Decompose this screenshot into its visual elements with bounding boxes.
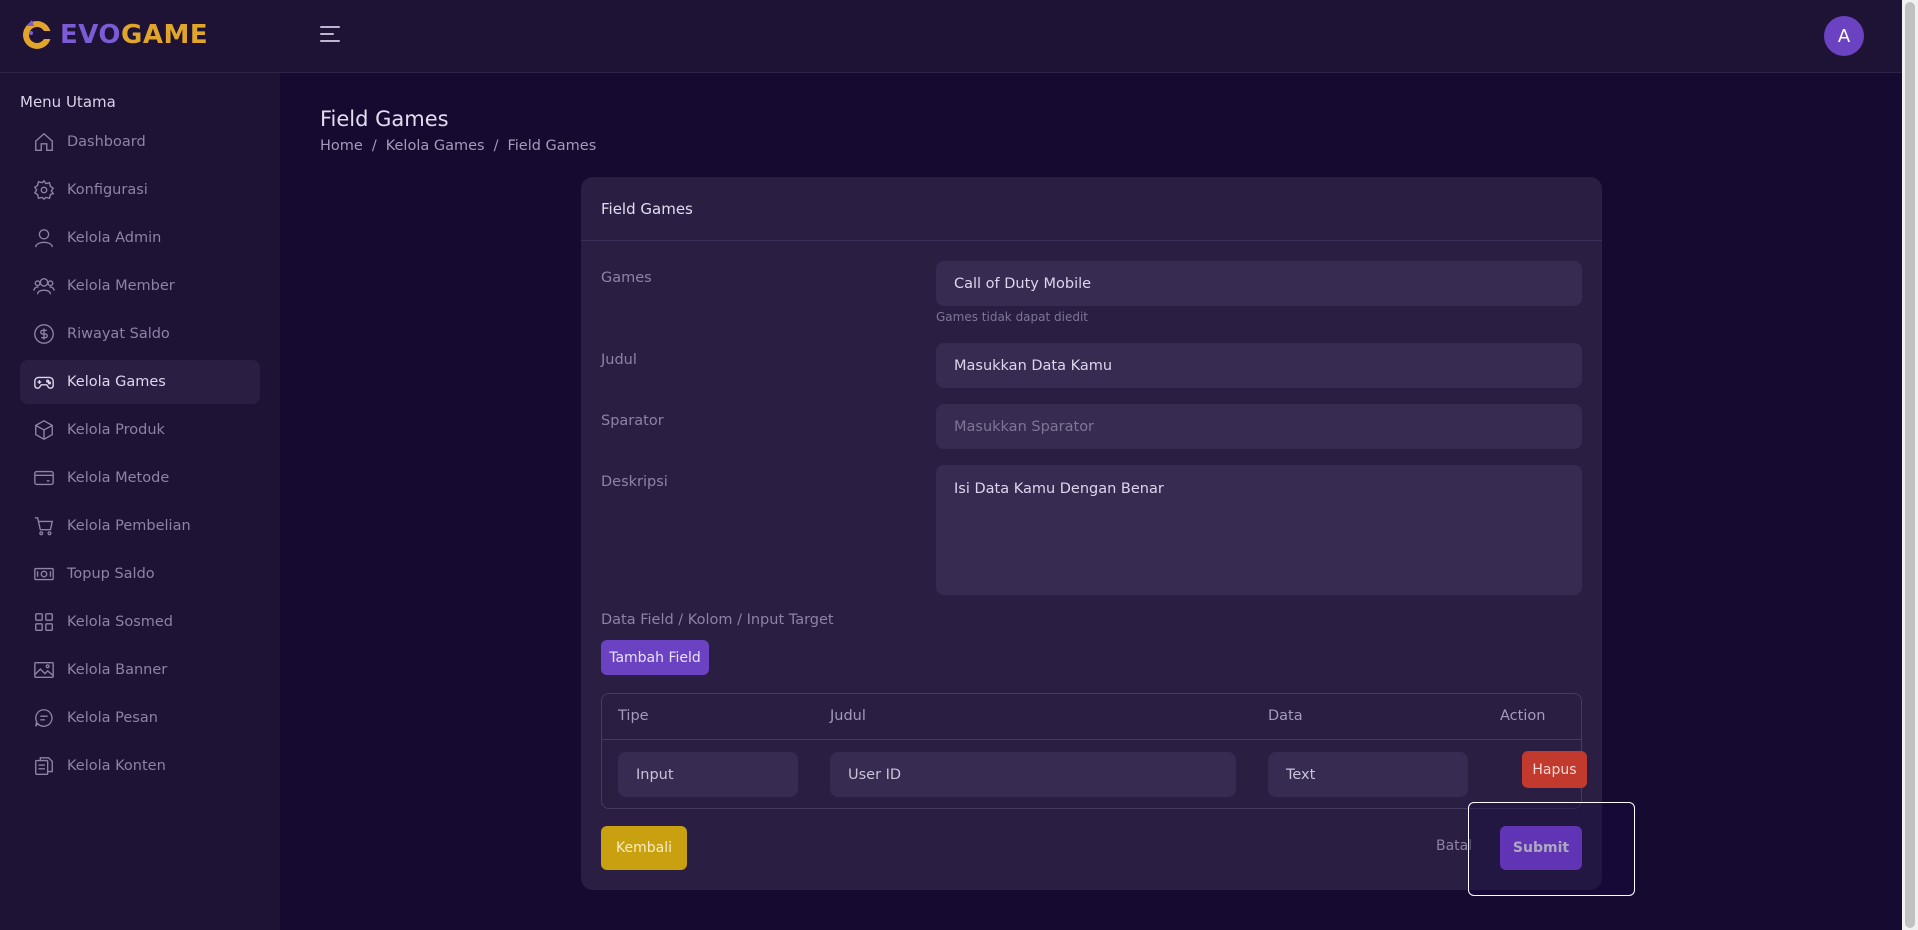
sidebar-item-kelola-produk[interactable]: Kelola Produk: [20, 408, 260, 452]
kembali-button[interactable]: Kembali: [601, 826, 687, 870]
sidebar-item-topup-saldo[interactable]: Topup Saldo: [20, 552, 260, 596]
sidebar-item-label: Topup Saldo: [67, 566, 155, 582]
breadcrumb-home[interactable]: Home: [320, 138, 363, 154]
gear-icon: [33, 179, 55, 201]
logo-text-evo: EVO: [60, 20, 122, 50]
breadcrumb-separator: /: [371, 138, 377, 154]
sidebar-item-dashboard[interactable]: Dashboard: [20, 120, 260, 164]
row-tipe-select[interactable]: Input: [618, 752, 798, 797]
games-label: Games: [601, 270, 652, 286]
sidebar-item-kelola-games[interactable]: Kelola Games: [20, 360, 260, 404]
hapus-button[interactable]: Hapus: [1522, 751, 1587, 788]
home-icon: [35, 132, 53, 151]
sidebar-item-label: Kelola Produk: [67, 422, 165, 438]
grid-icon: [35, 613, 53, 631]
sidebar-item-kelola-pembelian[interactable]: Kelola Pembelian: [20, 504, 260, 548]
field-games-card: Field Games Games Call of Duty Mobile Ga…: [581, 177, 1602, 890]
sparator-field[interactable]: Masukkan Sparator: [936, 404, 1582, 449]
sidebar-item-label: Riwayat Saldo: [67, 326, 170, 342]
dollar-circle-icon: [34, 324, 54, 344]
sidebar-menu: Dashboard Konfigurasi Kelola Admin Kelol…: [20, 120, 260, 792]
sidebar-item-riwayat-saldo[interactable]: Riwayat Saldo: [20, 312, 260, 356]
logo-text-game: GAME: [121, 20, 209, 50]
sidebar-item-label: Kelola Sosmed: [67, 614, 174, 630]
sidebar-item-label: Kelola Metode: [67, 470, 170, 486]
games-help-text: Games tidak dapat diedit: [936, 310, 1089, 324]
box-icon: [35, 420, 53, 440]
sidebar-item-label: Konfigurasi: [67, 182, 148, 198]
deskripsi-textarea[interactable]: Isi Data Kamu Dengan Benar: [936, 465, 1582, 595]
sidebar: Menu Utama Dashboard Konfigurasi Kelola …: [0, 73, 280, 930]
page-title: Field Games: [320, 107, 449, 131]
logo-icon: [23, 20, 51, 49]
sidebar-item-kelola-konten[interactable]: Kelola Konten: [20, 744, 260, 788]
data-field-label: Data Field / Kolom / Input Target: [601, 612, 834, 628]
sidebar-item-label: Kelola Pembelian: [67, 518, 191, 534]
sidebar-item-label: Kelola Games: [67, 374, 166, 390]
sidebar-item-kelola-admin[interactable]: Kelola Admin: [20, 216, 260, 260]
sidebar-item-kelola-banner[interactable]: Kelola Banner: [20, 648, 260, 692]
sidebar-item-label: Dashboard: [67, 134, 146, 150]
batal-button[interactable]: Batal: [1436, 838, 1472, 854]
sidebar-item-label: Kelola Konten: [67, 758, 166, 774]
sidebar-item-label: Kelola Banner: [67, 662, 168, 678]
sidebar-item-label: Kelola Admin: [67, 230, 162, 246]
logo-text: EVOGAME: [60, 20, 208, 50]
column-header-judul: Judul: [830, 708, 866, 724]
logo[interactable]: EVOGAME: [20, 18, 208, 52]
games-field: Call of Duty Mobile: [936, 261, 1582, 306]
hamburger-menu-icon[interactable]: [320, 26, 340, 46]
judul-field[interactable]: Masukkan Data Kamu: [936, 343, 1582, 388]
column-header-data: Data: [1268, 708, 1303, 724]
sidebar-item-kelola-metode[interactable]: Kelola Metode: [20, 456, 260, 500]
sidebar-item-kelola-pesan[interactable]: Kelola Pesan: [20, 696, 260, 740]
cash-icon: [34, 567, 54, 581]
breadcrumb-separator: /: [493, 138, 499, 154]
credit-card-icon: [34, 470, 54, 486]
table-divider: [602, 739, 1581, 740]
top-bar: EVOGAME A: [0, 0, 1902, 73]
column-header-tipe: Tipe: [618, 708, 649, 724]
judul-label: Judul: [601, 352, 637, 368]
breadcrumb-kelola-games[interactable]: Kelola Games: [386, 138, 485, 154]
avatar[interactable]: A: [1824, 16, 1864, 56]
files-icon: [35, 757, 53, 775]
card-title: Field Games: [581, 177, 1602, 241]
tambah-field-button[interactable]: Tambah Field: [601, 640, 709, 675]
sidebar-item-kelola-sosmed[interactable]: Kelola Sosmed: [20, 600, 260, 644]
gamepad-icon: [34, 376, 54, 389]
cart-icon: [34, 517, 54, 536]
scrollbar-thumb[interactable]: [1905, 2, 1915, 928]
breadcrumb-current: Field Games: [507, 138, 597, 154]
row-judul-input[interactable]: User ID: [830, 752, 1236, 797]
row-data-select[interactable]: Text: [1268, 752, 1468, 797]
sparator-label: Sparator: [601, 413, 664, 429]
column-header-action: Action: [1500, 708, 1546, 724]
sidebar-item-label: Kelola Pesan: [67, 710, 158, 726]
fields-table: Tipe Judul Data Action Input User ID Tex…: [601, 693, 1587, 809]
sidebar-item-konfigurasi[interactable]: Konfigurasi: [20, 168, 260, 212]
image-icon: [34, 661, 54, 679]
users-icon: [33, 277, 55, 295]
sidebar-item-kelola-member[interactable]: Kelola Member: [20, 264, 260, 308]
deskripsi-label: Deskripsi: [601, 474, 668, 490]
sidebar-item-label: Kelola Member: [67, 278, 175, 294]
breadcrumb: Home / Kelola Games / Field Games: [320, 138, 596, 154]
chat-icon: [35, 709, 53, 727]
submit-focus-highlight: [1468, 802, 1635, 896]
sidebar-title: Menu Utama: [20, 93, 116, 111]
user-icon: [35, 229, 53, 248]
